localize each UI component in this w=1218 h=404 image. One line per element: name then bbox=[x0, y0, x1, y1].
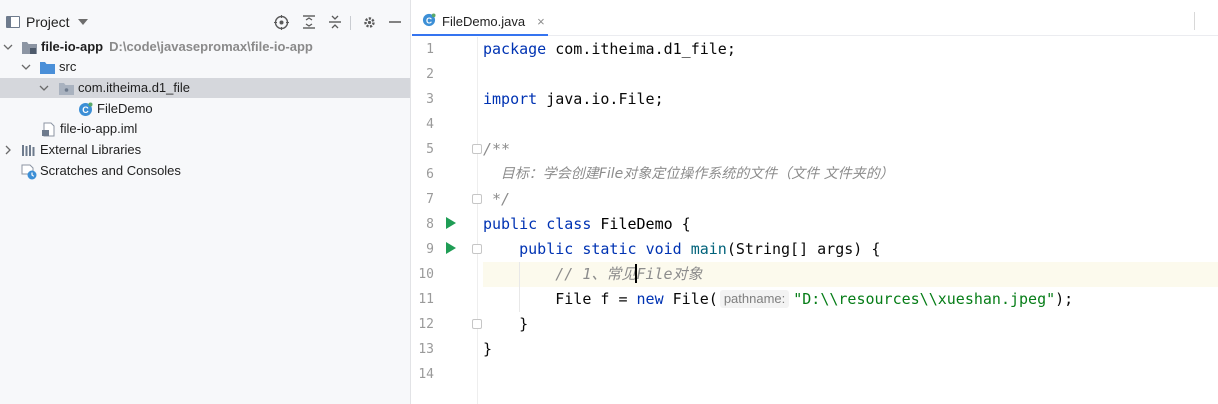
tree-item-label: FileDemo bbox=[97, 101, 153, 116]
project-tool-window: Project file-io-app D:\code\javasepromax\… bbox=[0, 0, 411, 404]
line-number: 5 bbox=[426, 142, 434, 157]
tree-item-package[interactable]: com.itheima.d1_file bbox=[0, 78, 410, 98]
project-panel-icon bbox=[6, 16, 20, 28]
parameter-hint: pathname: bbox=[719, 290, 790, 308]
fold-icon[interactable] bbox=[472, 144, 482, 154]
chevron-down-icon[interactable] bbox=[20, 57, 32, 77]
code-line-7: */ bbox=[483, 190, 511, 208]
code-line-1: package com.itheima.d1_file; bbox=[483, 40, 736, 58]
tree-item-label: com.itheima.d1_file bbox=[78, 80, 190, 95]
svg-text:C: C bbox=[426, 15, 432, 25]
line-number: 6 bbox=[426, 167, 434, 182]
tree-item-label: src bbox=[59, 59, 77, 74]
code-line-5: /** bbox=[483, 140, 511, 158]
tree-item-file-io-app[interactable]: file-io-app D:\code\javasepromax\file-io-… bbox=[0, 37, 410, 57]
line-number: 8 bbox=[426, 217, 434, 232]
code-area[interactable]: package com.itheima.d1_file; import java… bbox=[483, 37, 1218, 404]
tree-item-external-libraries[interactable]: External Libraries bbox=[0, 140, 410, 160]
target-icon[interactable] bbox=[272, 13, 290, 31]
expand-all-icon[interactable] bbox=[300, 13, 318, 31]
tab-label: FileDemo.java bbox=[442, 13, 526, 29]
tree-item-src[interactable]: src bbox=[0, 57, 410, 77]
run-class-icon[interactable] bbox=[446, 217, 456, 229]
libraries-icon bbox=[21, 143, 36, 157]
project-panel-header: Project bbox=[0, 8, 411, 36]
tree-item-label: Scratches and Consoles bbox=[40, 163, 181, 178]
line-number: 14 bbox=[418, 367, 434, 382]
fold-icon[interactable] bbox=[472, 319, 482, 329]
package-icon bbox=[59, 81, 74, 95]
line-number: 4 bbox=[426, 117, 434, 132]
code-line-13: } bbox=[483, 340, 493, 358]
header-divider bbox=[350, 16, 351, 30]
chevron-down-icon[interactable] bbox=[2, 37, 14, 57]
fold-icon[interactable] bbox=[472, 244, 482, 254]
project-view-selector[interactable]: Project bbox=[6, 13, 88, 31]
line-number: 12 bbox=[418, 317, 434, 332]
java-class-icon: C bbox=[78, 102, 93, 116]
tab-filedemo-java[interactable]: C FileDemo.java × bbox=[412, 8, 548, 36]
chevron-down-icon bbox=[77, 19, 88, 25]
code-line-6: 目标：学会创建File对象定位操作系统的文件（文件 文件夹的） bbox=[483, 166, 894, 182]
gear-icon[interactable] bbox=[360, 13, 378, 31]
close-icon[interactable]: × bbox=[537, 14, 545, 29]
line-number: 2 bbox=[426, 67, 434, 82]
line-number: 9 bbox=[426, 242, 434, 257]
line-number-gutter: 1 2 3 4 5 6 7 8 9 10 11 12 13 14 bbox=[412, 37, 482, 404]
svg-text:C: C bbox=[82, 105, 89, 115]
code-line-8: public class FileDemo { bbox=[483, 215, 691, 233]
editor-tab-bar: C FileDemo.java × bbox=[412, 8, 1218, 36]
line-number: 7 bbox=[426, 192, 434, 207]
run-main-icon[interactable] bbox=[446, 242, 456, 254]
tree-item-scratches[interactable]: Scratches and Consoles bbox=[0, 161, 410, 181]
iml-file-icon bbox=[41, 122, 56, 137]
chevron-right-icon[interactable] bbox=[2, 140, 14, 160]
code-line-3: import java.io.File; bbox=[483, 90, 664, 108]
chevron-down-icon[interactable] bbox=[38, 78, 50, 98]
code-editor: C FileDemo.java × 1 2 3 4 5 6 7 8 9 10 1… bbox=[412, 0, 1218, 404]
tree-item-filedemo[interactable]: C FileDemo bbox=[0, 99, 410, 119]
code-line-9: public static void main(String[] args) { bbox=[519, 240, 881, 258]
line-number: 10 bbox=[418, 267, 434, 282]
collapse-all-icon[interactable] bbox=[326, 13, 344, 31]
code-line-10: // 1、常见File对象 bbox=[483, 262, 1218, 287]
fold-icon[interactable] bbox=[472, 194, 482, 204]
project-panel-title: Project bbox=[26, 14, 70, 30]
tree-item-label: External Libraries bbox=[40, 142, 142, 157]
code-line-12: } bbox=[519, 315, 529, 333]
line-number: 3 bbox=[426, 92, 434, 107]
tab-bar-edge bbox=[1194, 12, 1204, 30]
tree-item-label: file-io-app.iml bbox=[60, 121, 138, 136]
java-class-icon: C bbox=[422, 12, 436, 30]
scratches-icon bbox=[21, 164, 37, 180]
line-number: 1 bbox=[426, 42, 434, 57]
line-number: 13 bbox=[418, 342, 434, 357]
module-folder-icon bbox=[22, 40, 37, 54]
tree-item-iml[interactable]: file-io-app.iml bbox=[0, 119, 410, 139]
minimize-icon[interactable] bbox=[386, 13, 404, 31]
code-line-11: File f = new File(pathname: "D:\\resource… bbox=[483, 287, 1218, 312]
line-number: 11 bbox=[418, 292, 434, 307]
module-path: D:\code\javasepromax\file-io-app bbox=[109, 39, 313, 54]
tree-item-label: file-io-app D:\code\javasepromax\file-io-… bbox=[41, 39, 313, 54]
source-folder-icon bbox=[40, 60, 55, 74]
